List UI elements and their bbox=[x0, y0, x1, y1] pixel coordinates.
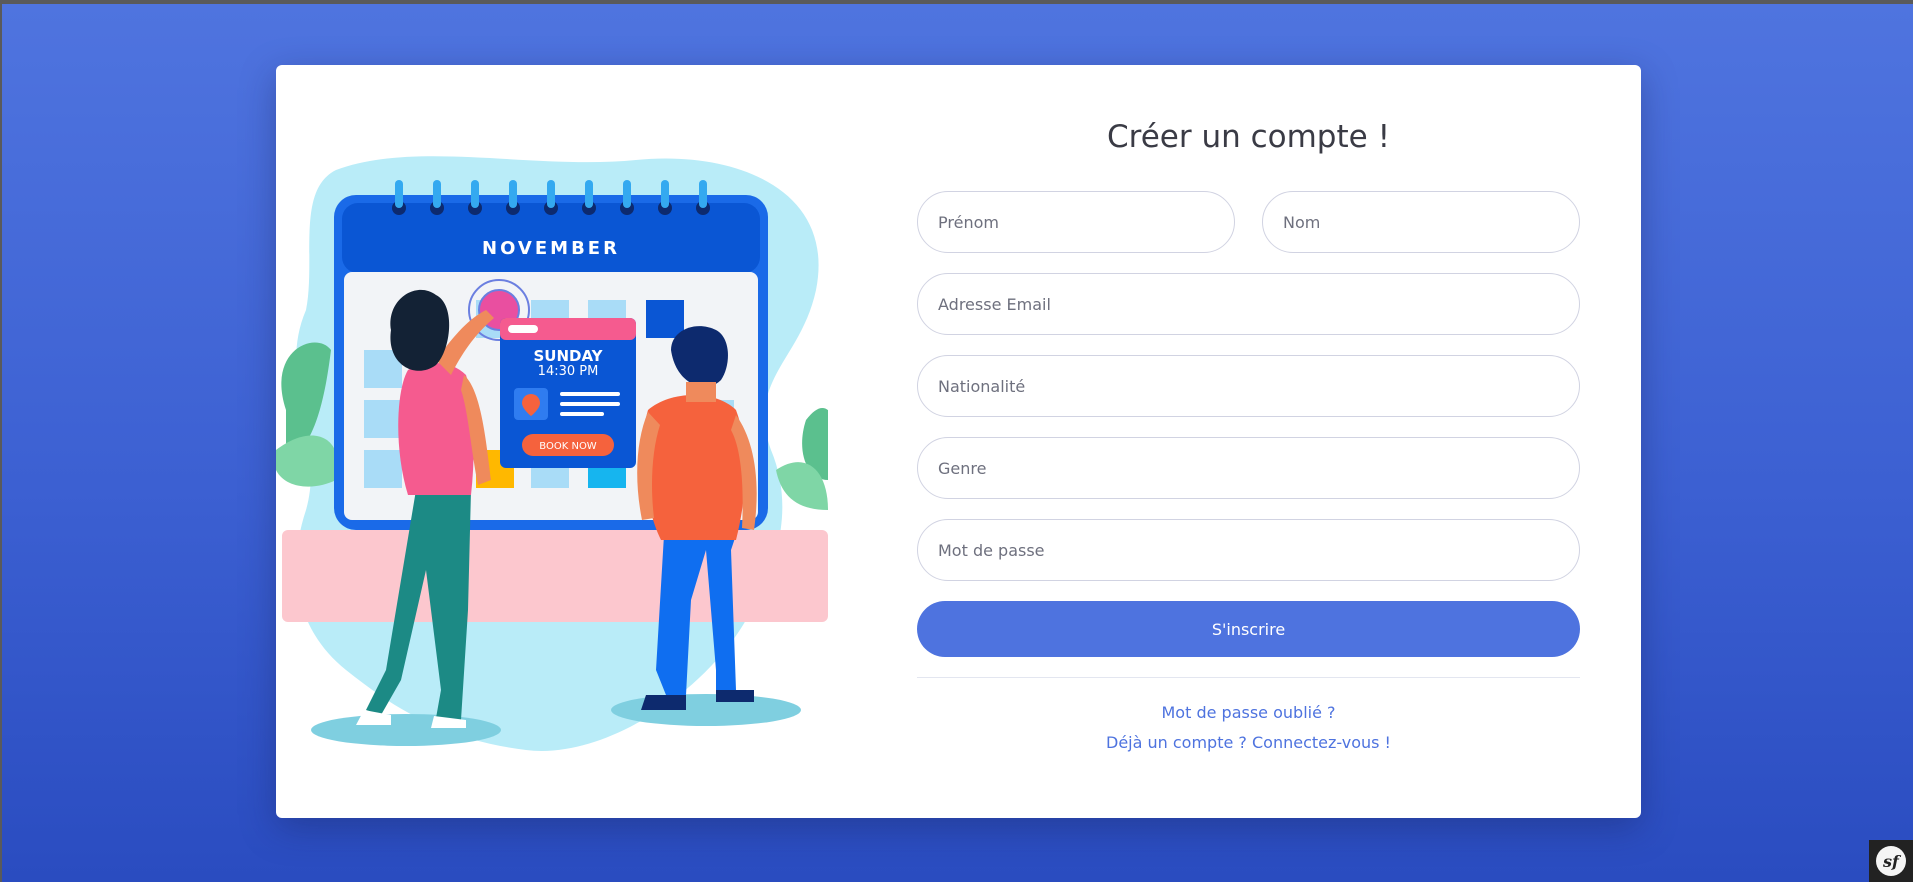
gender-field[interactable] bbox=[917, 437, 1580, 499]
symfony-icon: sf bbox=[1876, 846, 1906, 876]
firstname-field[interactable] bbox=[917, 191, 1235, 253]
plant-left-2 bbox=[276, 435, 338, 487]
calendar-month-label: NOVEMBER bbox=[482, 238, 620, 259]
page-title: Créer un compte ! bbox=[1107, 119, 1390, 155]
password-field[interactable] bbox=[917, 519, 1580, 581]
woman-hair bbox=[390, 289, 450, 371]
email-field[interactable] bbox=[917, 273, 1580, 335]
forgot-password-link[interactable]: Mot de passe oublié ? bbox=[917, 703, 1580, 722]
divider bbox=[917, 677, 1580, 678]
book-now-label: BOOK NOW bbox=[539, 441, 597, 452]
booking-day: SUNDAY bbox=[533, 347, 603, 365]
nationality-field[interactable] bbox=[917, 355, 1580, 417]
shadow-left bbox=[311, 714, 501, 746]
lastname-field[interactable] bbox=[1262, 191, 1580, 253]
calendar-booking-illustration: NOVEMBER SUNDAY 14:30 PM BOOK NOW bbox=[276, 156, 828, 751]
register-button[interactable]: S'inscrire bbox=[917, 601, 1580, 657]
booking-time: 14:30 PM bbox=[538, 364, 599, 379]
register-card: NOVEMBER SUNDAY 14:30 PM BOOK NOW Créer … bbox=[276, 65, 1641, 818]
login-link[interactable]: Déjà un compte ? Connectez-vous ! bbox=[917, 733, 1580, 752]
calendar-cell-dark bbox=[646, 300, 684, 338]
pink-floor bbox=[282, 530, 828, 622]
shadow-right bbox=[611, 694, 801, 726]
symfony-debug-toolbar-toggle[interactable]: sf bbox=[1869, 840, 1913, 882]
